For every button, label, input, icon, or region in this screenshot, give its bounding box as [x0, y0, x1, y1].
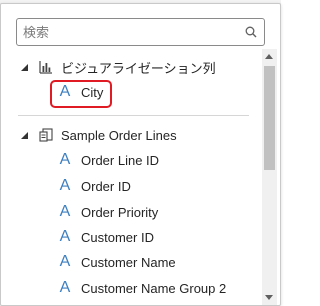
- scroll-down-arrow-icon[interactable]: [265, 295, 273, 300]
- background-text: [82, 0, 116, 1]
- selection-highlight: [50, 80, 112, 108]
- expand-caret-icon[interactable]: [20, 63, 29, 72]
- column-item-order-line-id[interactable]: A Order Line ID: [57, 147, 159, 173]
- group-label: ビジュアライゼーション列: [61, 60, 216, 76]
- column-tree: ビジュアライゼーション列 A City Sample Order Lines A…: [1, 52, 261, 304]
- column-label: Order Line ID: [81, 152, 160, 168]
- column-item-order-priority[interactable]: A Order Priority: [57, 199, 159, 225]
- vertical-scrollbar[interactable]: [262, 49, 277, 305]
- column-label: Customer ID: [81, 229, 154, 245]
- column-item-customer-name[interactable]: A Customer Name: [57, 249, 176, 275]
- column-picker-dropdown: ビジュアライゼーション列 A City Sample Order Lines A…: [0, 3, 281, 306]
- column-item-customer-name-group-2[interactable]: A Customer Name Group 2: [57, 275, 227, 301]
- search-icon[interactable]: [245, 26, 257, 38]
- attribute-icon: A: [59, 279, 71, 296]
- column-label: Customer Name: [81, 254, 176, 270]
- column-item-customer-id[interactable]: A Customer ID: [57, 224, 154, 250]
- group-visualization-columns[interactable]: ビジュアライゼーション列: [20, 54, 216, 80]
- expand-caret-icon[interactable]: [20, 131, 29, 140]
- group-sample-order-lines[interactable]: Sample Order Lines: [20, 122, 177, 148]
- column-label: Order ID: [81, 178, 131, 194]
- data-source-icon: [39, 128, 53, 142]
- search-input[interactable]: [23, 22, 233, 42]
- column-item-order-id[interactable]: A Order ID: [57, 173, 131, 199]
- attribute-icon: A: [59, 228, 71, 245]
- group-label: Sample Order Lines: [61, 127, 177, 143]
- attribute-icon: A: [59, 151, 71, 168]
- attribute-icon: A: [59, 203, 71, 220]
- scroll-up-arrow-icon[interactable]: [265, 54, 273, 59]
- scrollbar-thumb[interactable]: [264, 66, 275, 170]
- search-box[interactable]: [16, 18, 265, 46]
- column-label: Customer Name Group 2: [81, 280, 227, 296]
- column-label: Order Priority: [81, 204, 159, 220]
- attribute-icon: A: [59, 177, 71, 194]
- bar-chart-icon: [39, 61, 52, 74]
- group-divider: [18, 115, 249, 116]
- attribute-icon: A: [59, 253, 71, 270]
